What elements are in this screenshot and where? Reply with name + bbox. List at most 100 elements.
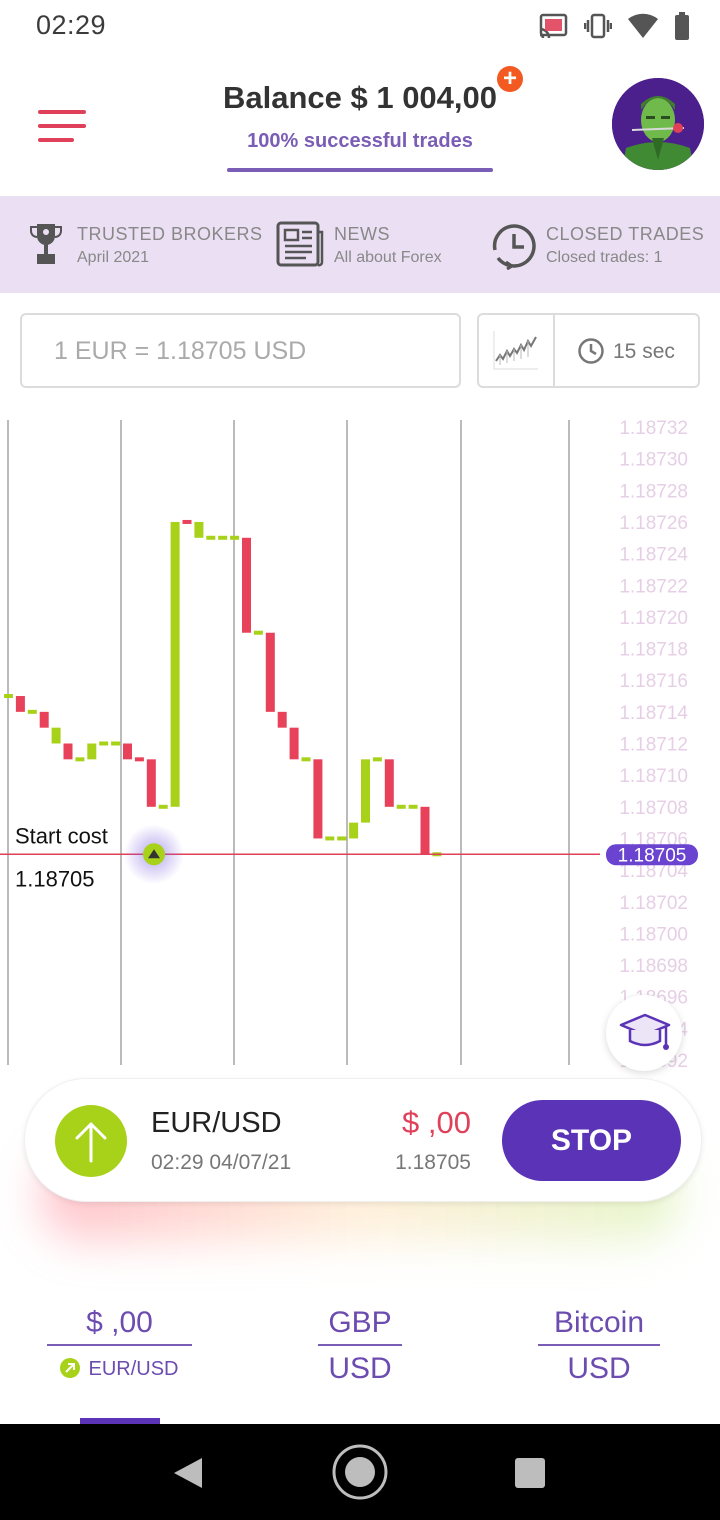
asset-bottom-label: USD [567,1352,631,1385]
asset-tab-gbpusd[interactable]: GBP USD [318,1302,402,1390]
arrow-up-right-icon [60,1358,81,1378]
rate-text: 1 EUR = 1.18705 USD [54,337,307,365]
chart-canvas: 1.18732 1.18730 1.18728 1.18726 1.18724 1.187… [0,418,698,1072]
price-tick [372,757,382,762]
price-bar [123,743,132,760]
arrow-up-icon [75,1122,107,1163]
y-tick-label: 1.18726 [619,513,688,534]
stop-button[interactable]: STOP [502,1100,681,1181]
price-tick [4,694,13,699]
price-bar [313,759,323,839]
line-chart-icon [493,331,538,370]
balance-text: Balance $ 1 004,00 [222,80,498,115]
y-tick-label: 1.18698 [619,956,688,977]
price-bar [420,806,430,855]
price-bar [87,743,97,760]
price-tick [134,757,144,762]
asset-top-label: Bitcoin [553,1306,645,1339]
asset-value: $ ,00 [86,1306,153,1339]
price-tick [253,630,263,635]
price-bar [265,632,275,712]
history-clock-icon [492,224,536,270]
active-trade-card: EUR/USD 02:29 04/07/21 $ ,00 1.18705 STO… [24,1078,702,1202]
menu-line [38,138,74,142]
price-bar [15,696,25,712]
y-tick-label: 1.18728 [619,481,688,502]
info-strip: TRUSTED BROKERS April 2021 NEWS All abou… [0,196,720,293]
rate-display: 1 EUR = 1.18705 USD [20,313,461,388]
price-tick [408,804,418,809]
price-tick [182,519,192,524]
closed-trades-title: CLOSED TRADES [546,224,705,244]
status-icons [538,12,690,40]
clock-icon [578,338,604,364]
price-bar [146,759,156,807]
y-tick-label: 1.18702 [619,893,688,914]
timer-button[interactable]: 15 sec [555,315,698,386]
price-bar [194,521,204,538]
trade-profit: $ ,00 [402,1105,471,1140]
back-icon[interactable] [172,1456,204,1490]
price-tick [158,804,168,809]
timer-label: 15 sec [613,340,675,363]
trade-price: 1.18705 [395,1151,471,1174]
battery-icon [675,12,689,40]
menu-button[interactable] [38,110,88,144]
news-subtitle: All about Forex [334,249,442,266]
success-underline [227,168,493,172]
graduation-cap-icon [619,1013,671,1050]
vibrate-icon [584,13,612,39]
trade-time: 02:29 04/07/21 [151,1151,292,1174]
price-tick [27,709,37,714]
y-tick-label: 1.18730 [619,450,688,471]
wifi-icon [628,13,658,38]
trusted-brokers-item[interactable]: TRUSTED BROKERS April 2021 [0,196,262,293]
price-tick [337,836,347,841]
status-time: 02:29 [36,10,107,40]
avatar[interactable] [612,78,704,170]
system-nav-bar [0,1424,720,1520]
price-bar [242,537,251,633]
current-price-label: 1.18705 [618,845,687,866]
closed-trades-item[interactable]: CLOSED TRADES Closed trades: 1 [486,196,716,293]
y-tick-label: 1.18718 [619,640,688,661]
y-tick-label: 1.18724 [619,545,688,566]
y-tick-label: 1.18714 [619,703,688,724]
avatar-image [612,78,704,170]
price-bar [349,822,359,839]
trusted-brokers-subtitle: April 2021 [77,249,150,266]
asset-tab-btcusd[interactable]: Bitcoin USD [538,1302,660,1390]
asset-tab-eurusd[interactable]: $ ,00 EUR/USD [47,1302,192,1390]
menu-line [38,124,86,128]
price-bar [384,759,394,807]
plus-icon[interactable]: + [497,66,523,92]
y-tick-label: 1.18722 [619,576,688,597]
home-icon[interactable] [331,1443,389,1501]
chart-type-button[interactable] [479,315,553,386]
y-tick-label: 1.18710 [619,766,688,787]
price-bar [39,711,49,728]
news-item[interactable]: NEWS All about Forex [270,196,470,293]
price-tick [230,535,240,540]
trusted-brokers-title: TRUSTED BROKERS [77,224,263,244]
success-rate-label: 100% successful trades [247,130,473,152]
price-tick [396,804,406,809]
recents-icon[interactable] [514,1457,546,1489]
price-bar [289,727,299,760]
price-bar [361,759,370,823]
app-header: Balance $ 1 004,00 + 100% successful tra… [0,54,720,196]
price-chart[interactable]: 1.18732 1.18730 1.18728 1.18726 1.18724 1.187… [0,400,720,1072]
direction-indicator [55,1105,127,1177]
asset-pair-label: EUR/USD [88,1358,179,1380]
education-button[interactable] [606,995,682,1071]
menu-line [38,110,86,114]
news-title: NEWS [334,224,390,244]
price-bar [51,727,61,744]
trade-pair: EUR/USD [151,1107,282,1139]
y-tick-label: 1.18732 [619,418,688,439]
y-tick-label: 1.18720 [619,608,688,629]
newspaper-icon [276,221,324,267]
balance-block[interactable]: Balance $ 1 004,00 [200,80,520,116]
trophy-icon [30,224,62,264]
price-bar [170,521,180,807]
